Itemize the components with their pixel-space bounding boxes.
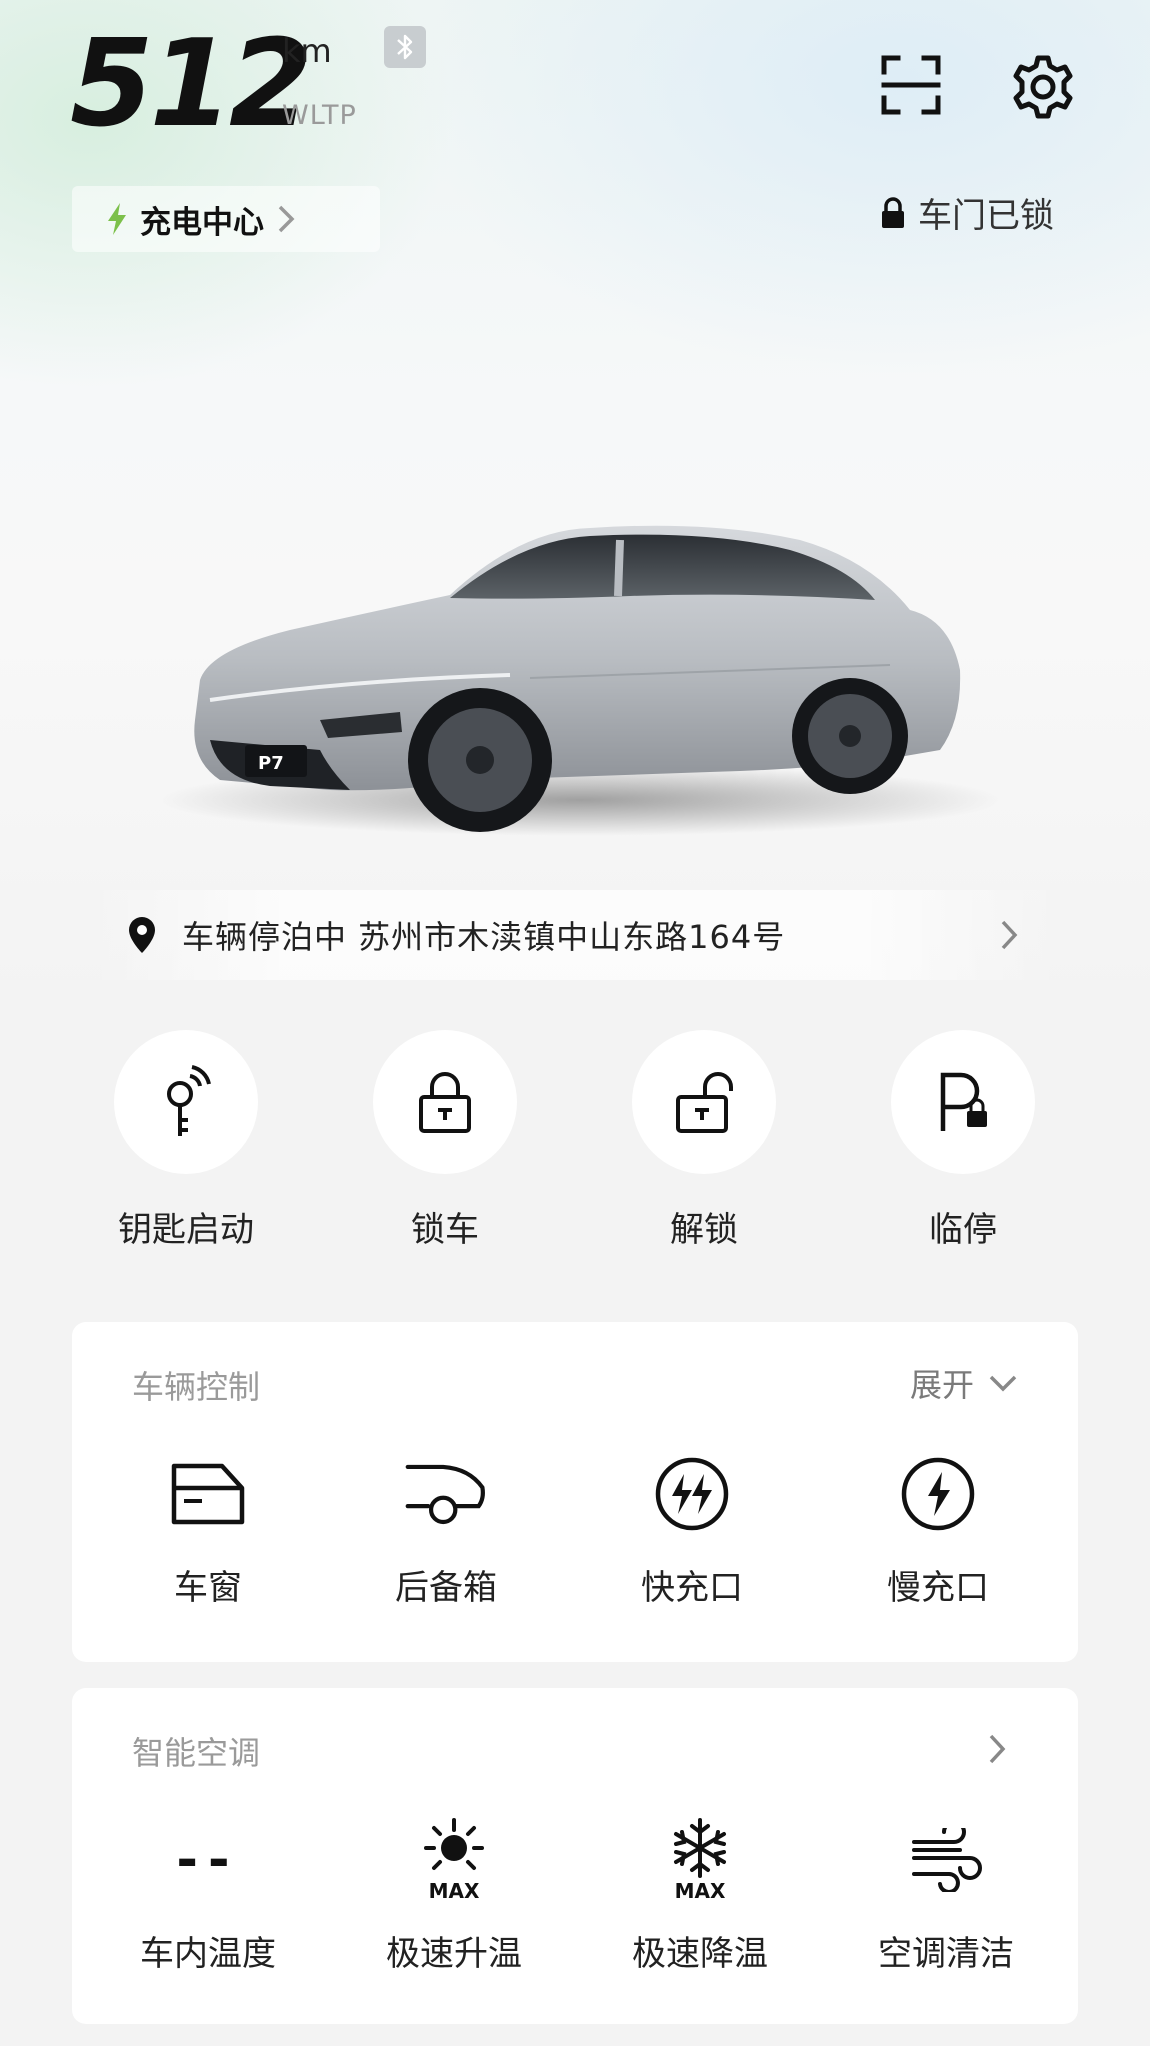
expand-toggle[interactable]: 展开: [910, 1360, 1018, 1406]
unlock-button[interactable]: 解锁: [632, 1030, 776, 1251]
charging-center-label: 充电中心: [140, 204, 264, 241]
parking-lock-icon: [940, 1072, 987, 1131]
key-wireless-icon: [167, 1065, 211, 1136]
chevron-down-icon: [989, 1375, 1017, 1392]
max-heat-badge: MAX: [429, 1879, 480, 1902]
window-label: 车窗: [174, 1568, 242, 1608]
car-image: P7: [160, 525, 1000, 836]
slow-charge-port-label: 慢充口: [887, 1568, 989, 1608]
slow-charge-port-icon: [901, 1457, 975, 1531]
lightning-icon: [108, 203, 126, 235]
settings-button[interactable]: [1008, 52, 1078, 122]
trunk-label: 后备箱: [395, 1568, 497, 1608]
window-control[interactable]: 车窗: [128, 1452, 288, 1609]
cabin-temperature-value: --: [176, 1830, 240, 1890]
trunk-icon: [405, 1464, 485, 1525]
max-cool-label: 极速降温: [632, 1934, 768, 1974]
slow-charge-port-control[interactable]: 慢充口: [858, 1452, 1018, 1609]
charging-center-button[interactable]: 充电中心: [72, 186, 380, 252]
vehicle-control-card: 车辆控制 展开 车窗 后备箱 快充口 慢充口: [72, 1322, 1078, 1662]
expand-label: 展开: [909, 1366, 974, 1404]
vehicle-control-title: 车辆控制: [132, 1368, 261, 1406]
door-status-label: 车门已锁: [918, 196, 1054, 236]
location-text: 车辆停泊中 苏州市木渎镇中山东路164号: [182, 918, 786, 956]
range-unit: km: [282, 32, 332, 70]
fast-charge-port-label: 快充口: [641, 1568, 743, 1608]
unlock-icon: [676, 1072, 733, 1133]
ac-clean-icon: [912, 1828, 982, 1892]
smart-climate-title: 智能空调: [132, 1734, 261, 1772]
key-start-button[interactable]: 钥匙启动: [114, 1030, 258, 1251]
cabin-temperature: -- 车内温度: [128, 1818, 288, 1975]
max-heat-control[interactable]: MAX 极速升温: [374, 1818, 534, 1975]
key-start-circle[interactable]: [114, 1030, 258, 1174]
lock-car-label: 锁车: [411, 1210, 479, 1250]
max-cool-control[interactable]: MAX 极速降温: [620, 1818, 780, 1975]
scan-button[interactable]: [878, 52, 944, 118]
cabin-temperature-label: 车内温度: [140, 1934, 276, 1974]
chevron-right-icon: [1001, 920, 1018, 950]
ac-clean-control[interactable]: 空调清洁: [866, 1818, 1026, 1975]
chevron-right-icon: [278, 205, 295, 233]
range-standard: WLTP: [282, 100, 357, 131]
window-icon: [171, 1463, 245, 1525]
scan-icon: [881, 55, 941, 115]
key-start-label: 钥匙启动: [118, 1210, 254, 1250]
chevron-right-icon[interactable]: [986, 1732, 1008, 1766]
lock-icon: [882, 196, 904, 228]
lock-icon: [419, 1072, 471, 1133]
trunk-control[interactable]: 后备箱: [366, 1452, 526, 1609]
gear-icon: [1013, 55, 1073, 119]
bluetooth-icon: [384, 26, 426, 68]
unlock-circle[interactable]: [632, 1030, 776, 1174]
smart-climate-card: 智能空调 -- 车内温度 MAX 极速升温 MAX 极速降温 空调清洁: [72, 1688, 1078, 2024]
temp-park-circle[interactable]: [891, 1030, 1035, 1174]
temp-park-label: 临停: [929, 1210, 997, 1250]
plate-text: P7: [258, 753, 284, 774]
lock-car-circle[interactable]: [373, 1030, 517, 1174]
location-bar[interactable]: 车辆停泊中 苏州市木渎镇中山东路164号: [90, 890, 1060, 980]
door-status: 车门已锁: [880, 188, 1054, 237]
lock-car-button[interactable]: 锁车: [373, 1030, 517, 1251]
fast-charge-port-icon: [655, 1457, 729, 1531]
max-cool-icon: MAX: [674, 1818, 726, 1902]
max-heat-icon: MAX: [424, 1818, 484, 1902]
temp-park-button[interactable]: 临停: [891, 1030, 1035, 1251]
fast-charge-port-control[interactable]: 快充口: [612, 1452, 772, 1609]
unlock-label: 解锁: [670, 1210, 738, 1250]
range-value: 512: [70, 15, 312, 154]
location-pin-icon: [129, 917, 155, 953]
max-cool-badge: MAX: [675, 1879, 726, 1902]
max-heat-label: 极速升温: [386, 1934, 522, 1974]
ac-clean-label: 空调清洁: [878, 1934, 1014, 1974]
